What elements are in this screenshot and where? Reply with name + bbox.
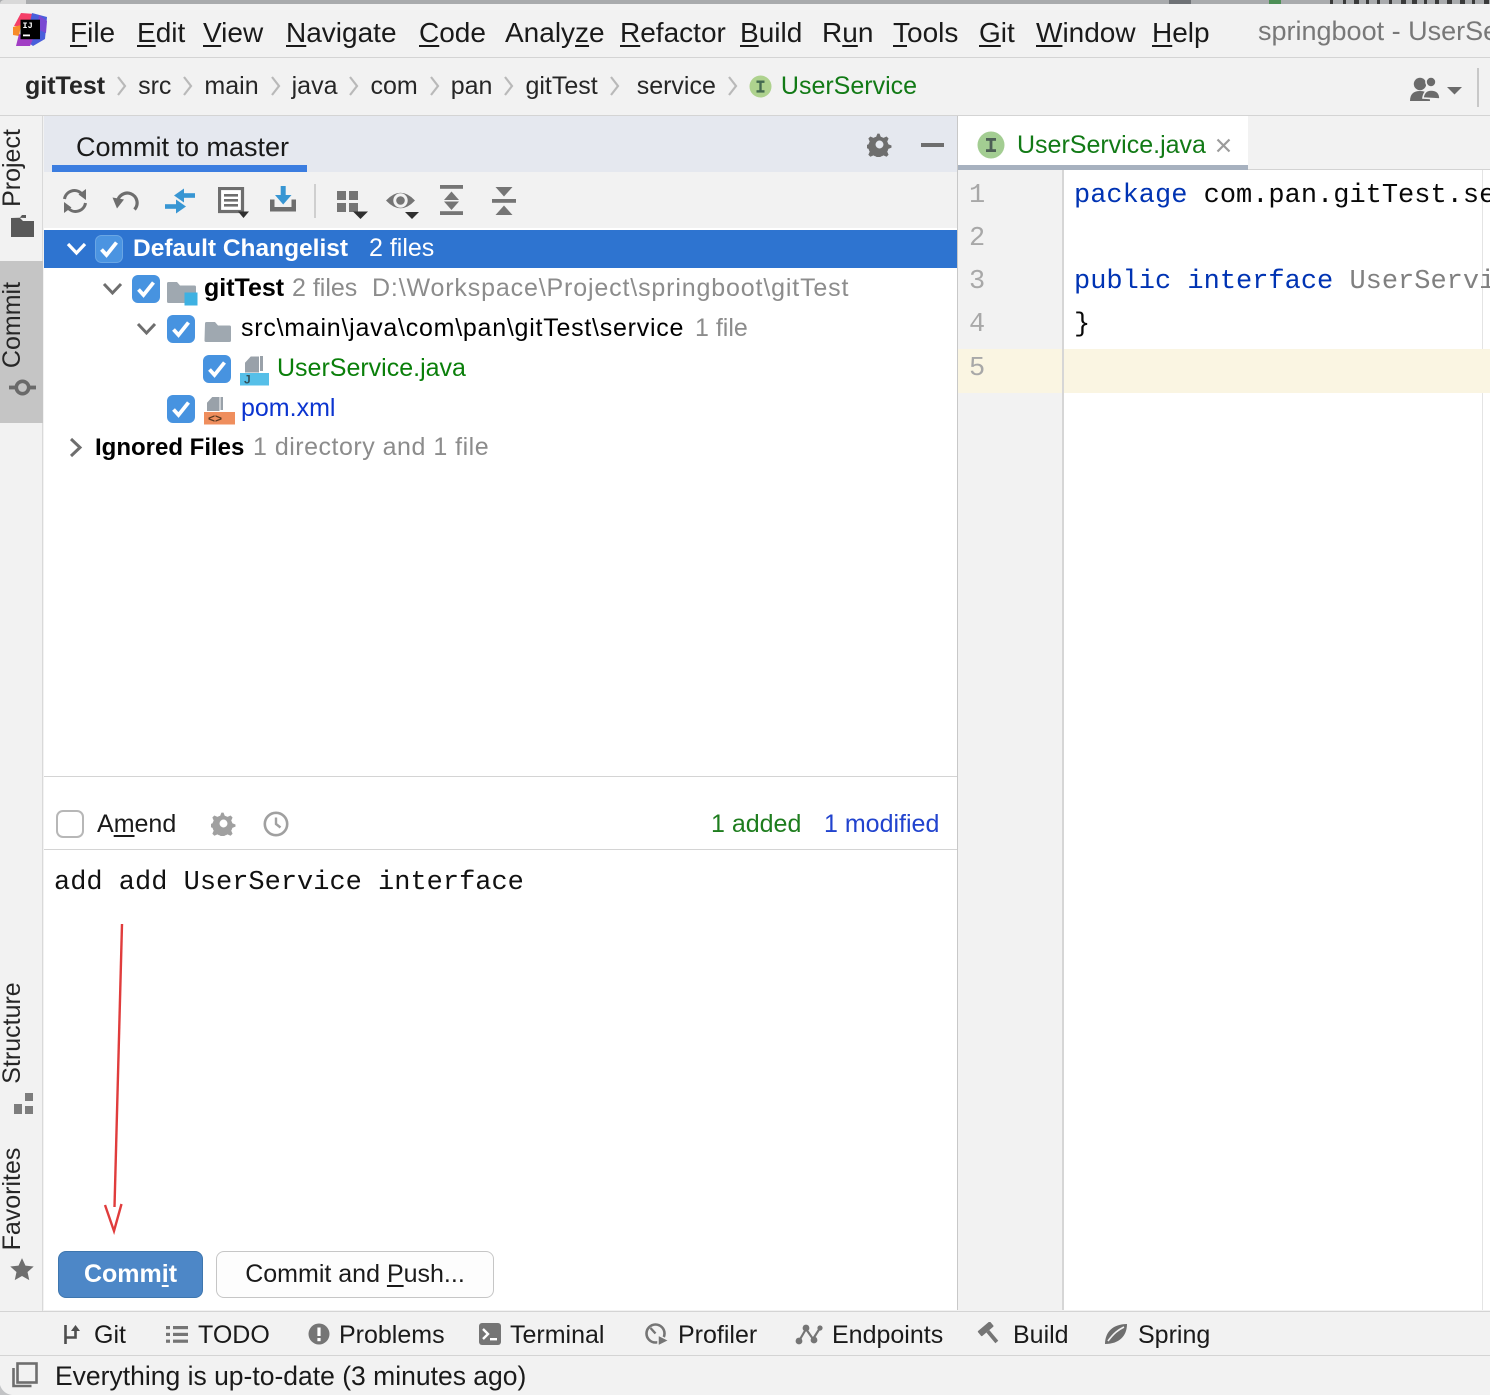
- svg-text:<>: <>: [208, 412, 222, 426]
- svg-text:J: J: [244, 373, 251, 387]
- svg-text:IJ: IJ: [23, 21, 33, 31]
